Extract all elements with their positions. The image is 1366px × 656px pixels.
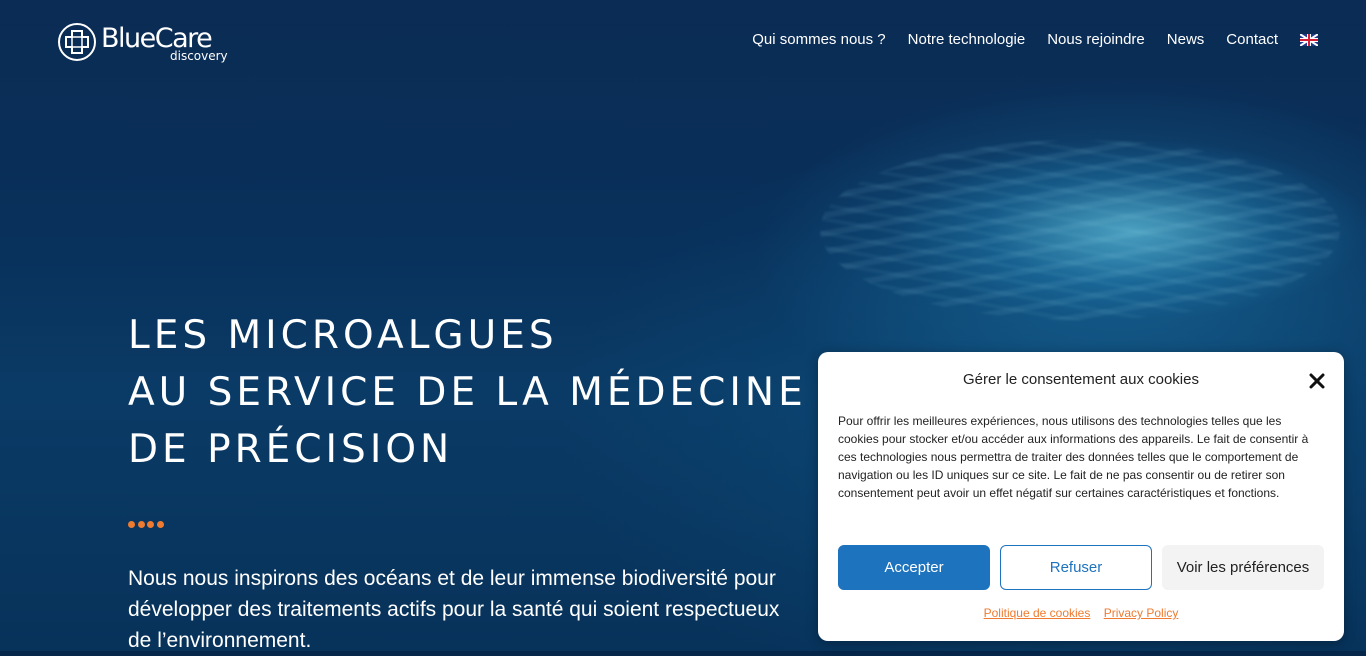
nav-item-news[interactable]: News	[1167, 30, 1205, 50]
cookie-dialog-title: Gérer le consentement aux cookies	[963, 371, 1199, 388]
privacy-policy-link[interactable]: Privacy Policy	[1104, 606, 1179, 620]
nav-item-join[interactable]: Nous rejoindre	[1047, 30, 1145, 50]
water-shimmer	[820, 140, 1340, 320]
refuse-button[interactable]: Refuser	[1000, 545, 1152, 590]
dot	[156, 521, 164, 528]
nav-item-contact[interactable]: Contact	[1226, 30, 1278, 50]
nav-item-technology[interactable]: Notre technologie	[908, 30, 1026, 50]
site-header: BlueCare discovery Qui sommes nous ? Not…	[0, 0, 1366, 85]
uk-flag-icon[interactable]	[1300, 34, 1318, 46]
close-icon[interactable]	[1306, 370, 1328, 392]
hero-title-line: DE PRÉCISION	[128, 427, 454, 472]
cross-logo-icon	[58, 23, 96, 61]
decorative-dots	[128, 521, 166, 528]
hero-title-line: AU SERVICE DE LA MÉDECINE	[128, 370, 807, 415]
cookie-policy-link[interactable]: Politique de cookies	[984, 606, 1091, 620]
cookie-dialog-text: Pour offrir les meilleures expériences, …	[838, 414, 1309, 500]
cookie-consent-dialog: Gérer le consentement aux cookies Pour o…	[818, 352, 1344, 641]
accept-button[interactable]: Accepter	[838, 545, 990, 590]
hero-title-line: LES MICROALGUES	[128, 313, 558, 358]
preferences-button[interactable]: Voir les préférences	[1162, 545, 1324, 590]
nav-item-about[interactable]: Qui sommes nous ?	[752, 30, 885, 50]
dot	[128, 521, 135, 528]
logo-subtitle: discovery	[170, 49, 228, 63]
main-nav: Qui sommes nous ? Notre technologie Nous…	[730, 30, 1318, 50]
hero-description: Nous nous inspirons des océans et de leu…	[128, 567, 780, 652]
dot	[147, 521, 154, 528]
hero-title: LES MICROALGUES AU SERVICE DE LA MÉDECIN…	[128, 307, 807, 478]
site-logo[interactable]: BlueCare discovery	[57, 22, 237, 66]
cookie-links: Politique de cookies Privacy Policy	[818, 606, 1344, 620]
dot	[137, 521, 145, 528]
